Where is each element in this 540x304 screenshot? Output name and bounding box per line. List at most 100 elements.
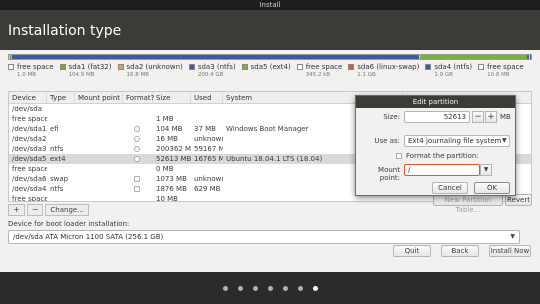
cell-mount	[75, 124, 123, 134]
cell-used	[191, 104, 223, 114]
col-used[interactable]: Used	[191, 92, 223, 103]
cell-used: 629 MB	[194, 185, 221, 193]
legend-name: sda4 (ntfs)	[434, 63, 473, 71]
cell-size: 1073 MB	[156, 175, 187, 183]
legend-item: free space 1.0 MB	[8, 63, 54, 81]
size-input[interactable]: 52613	[404, 111, 470, 123]
boot-loader-value: /dev/sda ATA Micron 1100 SATA (256.1 GB)	[13, 233, 164, 241]
legend-name: sda2 (unknown)	[126, 63, 183, 71]
cell-format	[123, 154, 153, 164]
legend-item: sda4 (ntfs) 1.9 GB	[425, 63, 472, 81]
disk-bar-segment	[529, 55, 531, 59]
cell-device: /dev/sda5	[12, 155, 47, 163]
format-checkbox[interactable]	[134, 136, 140, 142]
install-now-button[interactable]: Install Now	[489, 245, 531, 257]
ok-button[interactable]: OK	[474, 182, 510, 194]
cell-used	[191, 114, 223, 124]
legend-size: 1.9 GB	[434, 72, 453, 78]
remove-partition-button[interactable]: −	[26, 204, 44, 216]
format-checkbox[interactable]	[134, 176, 140, 182]
back-button[interactable]: Back	[441, 245, 479, 257]
legend-size: 10.8 MB	[487, 72, 510, 78]
add-partition-button[interactable]: +	[8, 204, 25, 216]
legend-swatch	[348, 64, 355, 70]
col-type[interactable]: Type	[47, 92, 75, 103]
cancel-button[interactable]: Cancel	[432, 182, 468, 194]
col-device[interactable]: Device	[9, 92, 47, 103]
legend-swatch	[241, 64, 248, 70]
change-partition-button[interactable]: Change...	[45, 204, 89, 216]
cell-type	[47, 114, 75, 124]
cell-mount	[75, 194, 123, 201]
legend-size: 104.9 MB	[68, 72, 95, 78]
progress-dot	[222, 286, 228, 291]
cell-size: 200362 MB	[156, 145, 191, 153]
cell-mount	[75, 104, 123, 114]
use-as-label: Use as:	[374, 137, 400, 145]
legend-name: sda6 (linux-swap)	[357, 63, 420, 71]
format-checkbox[interactable]	[134, 156, 140, 162]
installer-window: Installation type free space 1.0 MB sda1 (…	[0, 10, 540, 272]
use-as-select[interactable]: Ext4 journaling file system	[404, 135, 510, 147]
cell-used: unknown	[194, 175, 223, 183]
cell-size: 1 MB	[156, 115, 174, 123]
col-format[interactable]: Format?	[123, 92, 154, 103]
legend-size: 1.0 MB	[17, 72, 37, 78]
header-bar: Installation type	[0, 10, 540, 50]
progress-dots	[0, 286, 540, 291]
cell-type	[47, 134, 75, 144]
mount-point-input[interactable]: /	[404, 164, 480, 176]
progress-dot	[267, 286, 273, 291]
cell-device: free space	[12, 165, 47, 173]
legend-item: sda5 (ext4)	[241, 63, 291, 81]
col-mount-point[interactable]: Mount point	[75, 92, 123, 103]
legend-item: sda1 (fat32) 104.9 MB	[59, 63, 112, 81]
format-partition-checkbox[interactable]	[396, 153, 402, 159]
cell-type: swap	[50, 175, 69, 183]
cell-used	[191, 164, 223, 174]
progress-dot	[312, 286, 318, 291]
cell-mount	[75, 164, 123, 174]
legend-size: 200.4 GB	[197, 72, 224, 78]
boot-loader-select[interactable]: /dev/sda ATA Micron 1100 SATA (256.1 GB)…	[8, 230, 520, 244]
cell-used	[191, 194, 223, 201]
cell-type: ext4	[50, 155, 66, 163]
legend-name: sda1 (fat32)	[68, 63, 112, 71]
legend-item: sda2 (unknown) 16.8 MB	[117, 63, 183, 81]
disk-bar-segment	[12, 55, 419, 59]
mount-point-dropdown-button[interactable]: ▼	[480, 164, 492, 176]
cell-type: ntfs	[50, 185, 64, 193]
cell-mount	[75, 144, 123, 154]
size-decrement-button[interactable]: −	[472, 111, 484, 123]
cell-type	[47, 164, 75, 174]
cell-device: /dev/sda1	[12, 125, 47, 133]
size-label: Size:	[383, 113, 400, 121]
format-checkbox[interactable]	[134, 126, 140, 132]
cell-format	[123, 144, 153, 154]
format-checkbox[interactable]	[134, 186, 140, 192]
legend-swatch	[478, 64, 485, 70]
cell-mount	[75, 134, 123, 144]
dialog-title: Edit partition	[356, 96, 515, 108]
cell-device: /dev/sda	[12, 105, 42, 113]
col-size[interactable]: Size	[153, 92, 191, 103]
cell-mount	[75, 154, 123, 164]
cell-format	[123, 194, 153, 201]
legend-name: free space	[305, 63, 343, 71]
table-toolbar: + − Change...	[8, 204, 91, 216]
quit-button[interactable]: Quit	[393, 245, 431, 257]
legend-item: sda6 (linux-swap) 1.1 GB	[348, 63, 419, 81]
cell-size: 52613 MB	[156, 155, 191, 163]
legend-name: free space	[17, 63, 54, 71]
legend-item: free space 345.2 kB	[296, 63, 343, 81]
disk-usage-bar	[8, 54, 532, 60]
legend-name: free space	[487, 63, 524, 71]
format-checkbox[interactable]	[134, 146, 140, 152]
chevron-down-icon: ▼	[510, 233, 515, 240]
cell-mount	[75, 114, 123, 124]
size-increment-button[interactable]: +	[485, 111, 497, 123]
cell-used: unknown	[194, 135, 223, 143]
progress-dot	[252, 286, 258, 291]
cell-mount	[75, 174, 123, 184]
use-as-value: Ext4 journaling file system	[408, 137, 502, 145]
